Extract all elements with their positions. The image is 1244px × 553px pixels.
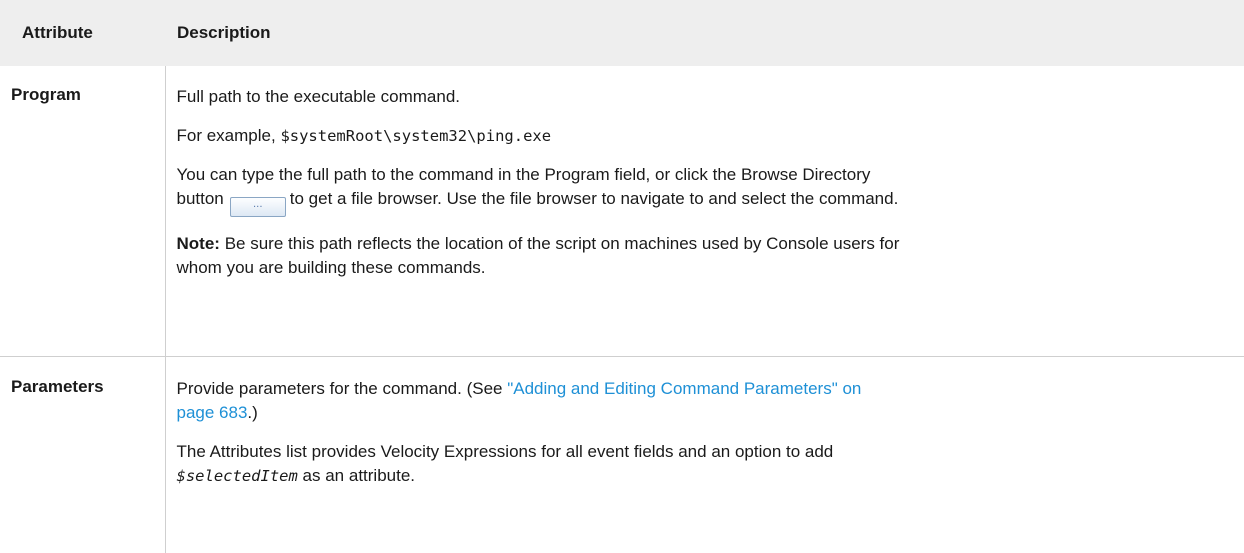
table-row-parameters: Parameters Provide parameters for the co…: [0, 357, 1244, 553]
browse-directory-button: ...: [230, 197, 286, 217]
link-text-line1: "Adding and Editing Command Parameters" …: [507, 379, 861, 398]
program-desc-p1: Full path to the executable command.: [177, 85, 1235, 109]
program-example-prefix: For example,: [177, 126, 281, 145]
program-example-code: $systemRoot\system32\ping.exe: [280, 127, 551, 145]
parameters-p1-suffix: .): [247, 403, 257, 422]
attribute-name-program: Program: [0, 66, 165, 357]
link-text-line2: page 683: [177, 403, 248, 422]
program-desc-p2: For example, $systemRoot\system32\ping.e…: [177, 124, 1235, 148]
parameters-p2-line1: The Attributes list provides Velocity Ex…: [177, 442, 834, 461]
parameters-desc-p1: Provide parameters for the command. (See…: [177, 377, 1235, 425]
program-p3-before-button: button: [177, 189, 224, 208]
description-parameters: Provide parameters for the command. (See…: [165, 357, 1244, 553]
header-description: Description: [165, 0, 1244, 66]
attribute-table: Attribute Description Program Full path …: [0, 0, 1244, 553]
program-p3-after-button: to get a file browser. Use the file brow…: [290, 189, 899, 208]
note-line2: whom you are building these commands.: [177, 258, 486, 277]
program-desc-p3: You can type the full path to the comman…: [177, 163, 1235, 217]
table-row-program: Program Full path to the executable comm…: [0, 66, 1244, 357]
parameters-p2-suffix: as an attribute.: [298, 466, 415, 485]
program-p3-line1: You can type the full path to the comman…: [177, 165, 871, 184]
parameters-p1-prefix: Provide parameters for the command. (See: [177, 379, 508, 398]
note-line1: Be sure this path reflects the location …: [225, 234, 900, 253]
program-note: Note: Be sure this path reflects the loc…: [177, 232, 1235, 280]
description-program: Full path to the executable command. For…: [165, 66, 1244, 357]
header-attribute: Attribute: [0, 0, 165, 66]
parameters-desc-p2: The Attributes list provides Velocity Ex…: [177, 440, 1235, 488]
table-header-row: Attribute Description: [0, 0, 1244, 66]
selected-item-code: $selectedItem: [177, 467, 298, 485]
note-label: Note:: [177, 234, 220, 253]
attribute-name-parameters: Parameters: [0, 357, 165, 553]
